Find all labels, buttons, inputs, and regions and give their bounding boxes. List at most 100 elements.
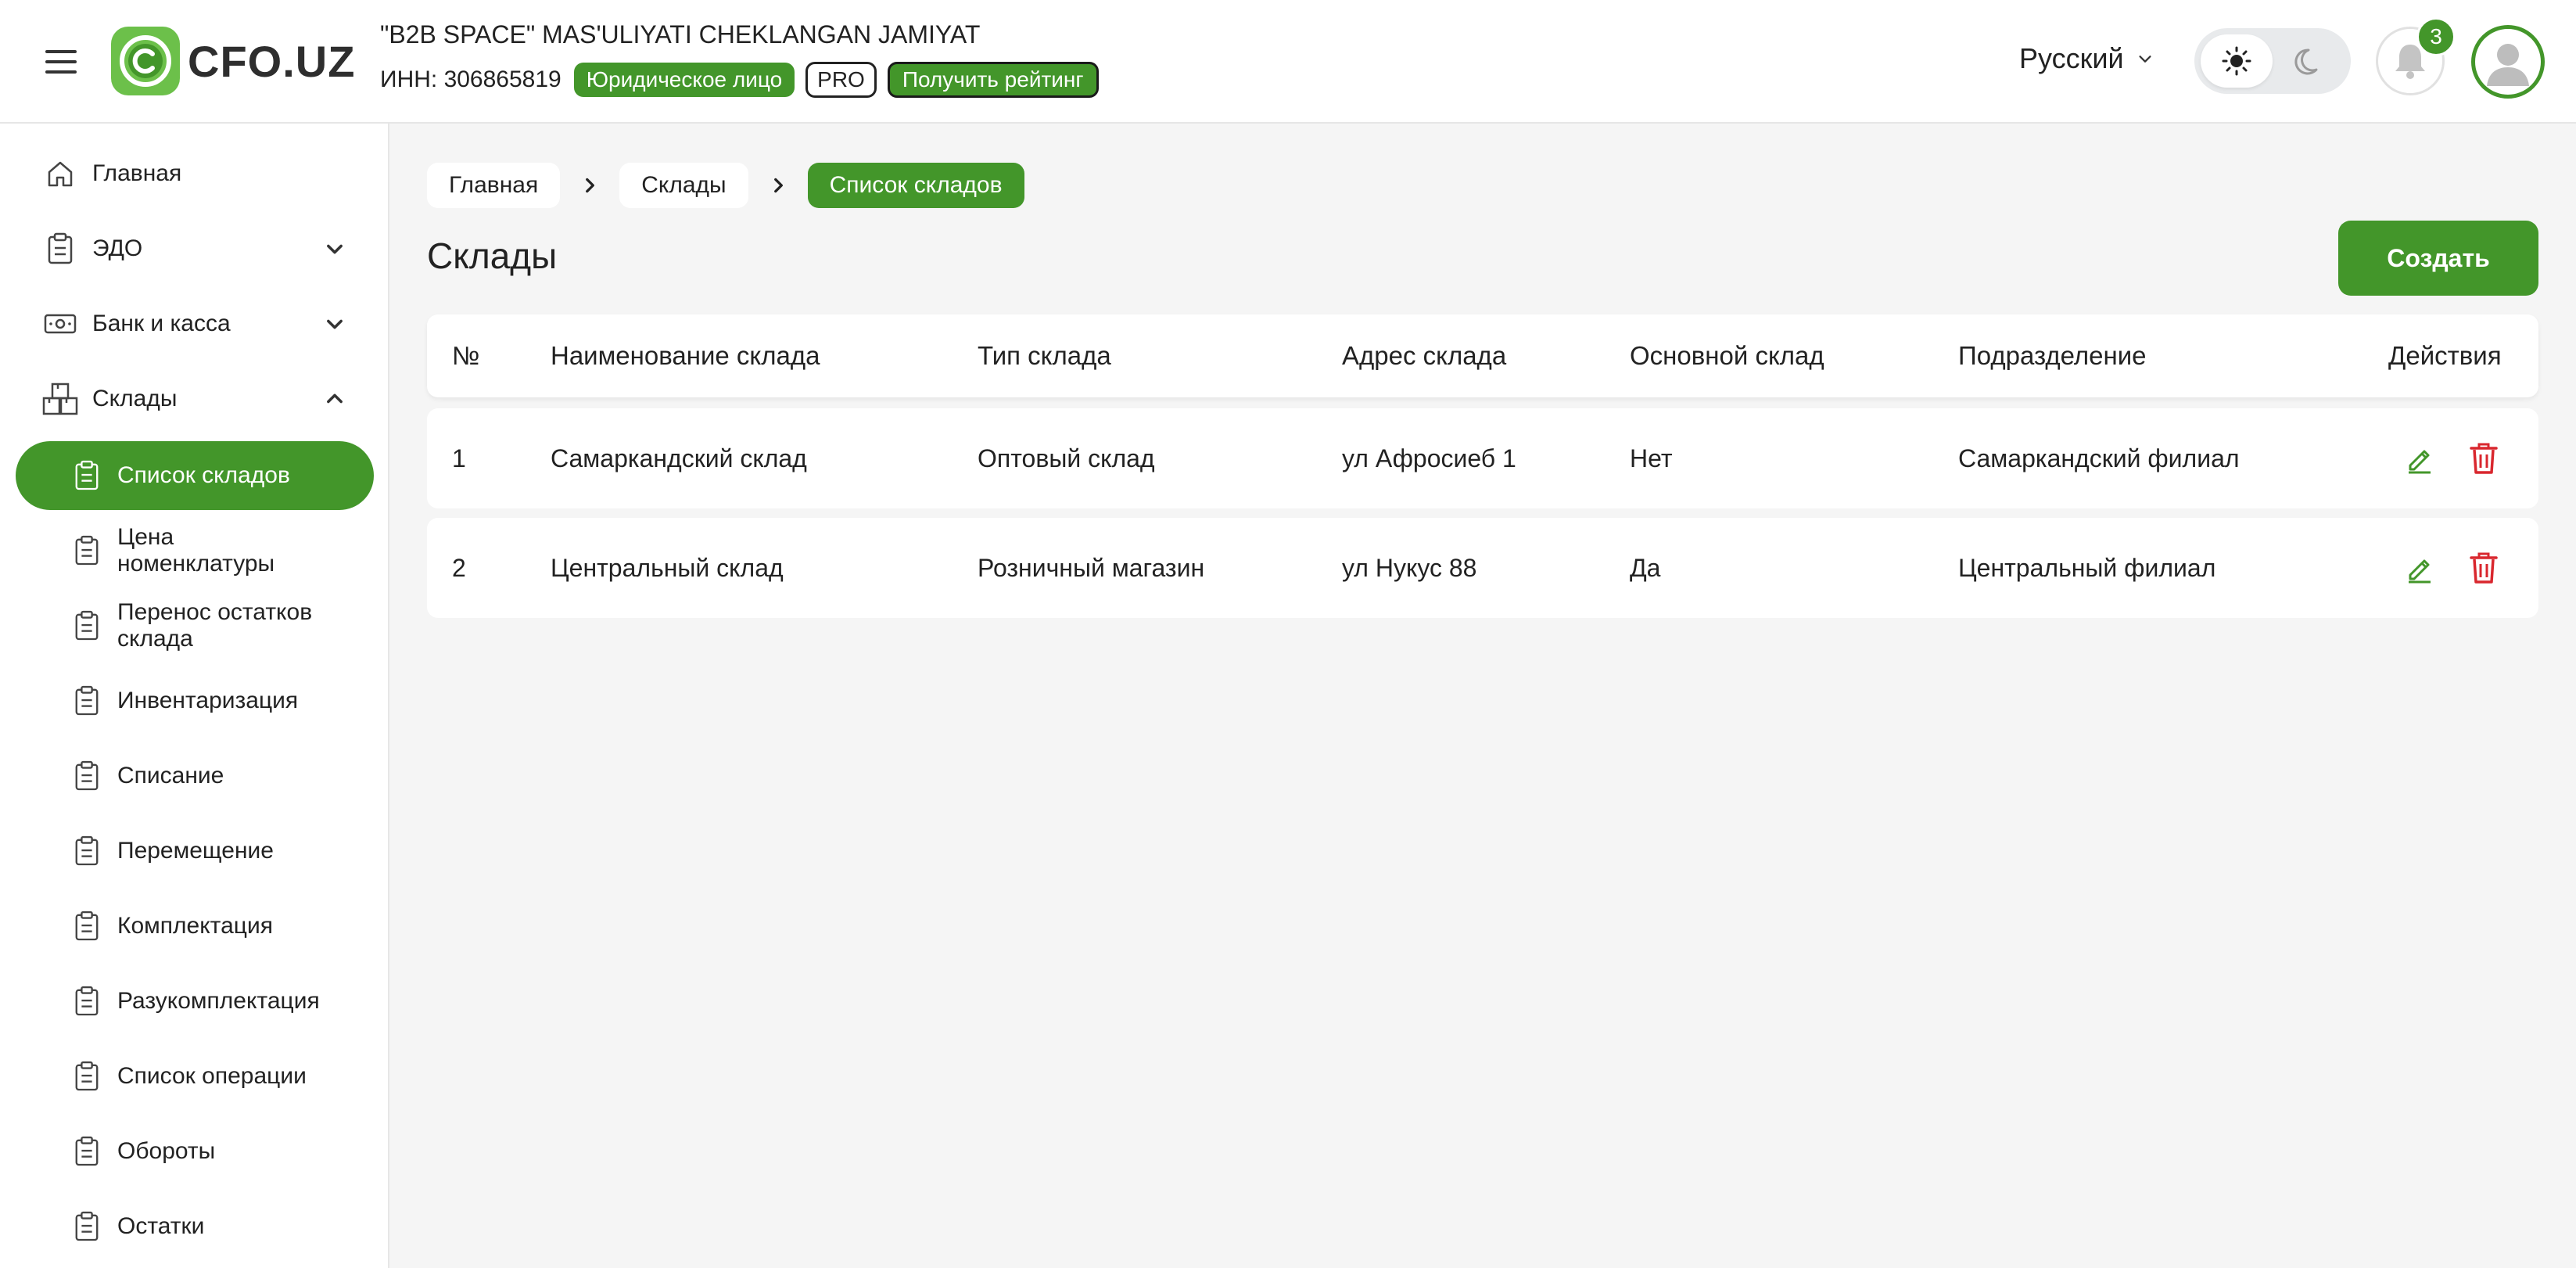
sidebar-item-label: Главная bbox=[92, 160, 182, 186]
sidebar-item-edo[interactable]: ЭДО bbox=[0, 214, 388, 283]
sidebar-subitem-label: Список складов bbox=[117, 462, 290, 488]
sidebar-subitem-write-off[interactable]: Списание bbox=[16, 742, 374, 810]
column-header-name: Наименование склада bbox=[551, 341, 820, 370]
edit-icon[interactable] bbox=[2401, 549, 2438, 587]
sun-icon bbox=[2222, 46, 2251, 76]
cell-main: Да bbox=[1630, 553, 1661, 582]
clipboard-icon bbox=[70, 1133, 103, 1169]
cell-division: Центральный филиал bbox=[1958, 553, 2216, 582]
sidebar-item-warehouses[interactable]: Склады bbox=[0, 365, 388, 433]
trash-icon[interactable] bbox=[2465, 440, 2502, 477]
column-header-division: Подразделение bbox=[1958, 341, 2147, 370]
user-icon bbox=[2487, 44, 2529, 86]
sidebar-subitem-turnover[interactable]: Обороты bbox=[16, 1117, 374, 1186]
sidebar-subitem-label: Цена номенклатуры bbox=[117, 524, 275, 577]
logo[interactable]: CFO.UZ bbox=[109, 25, 355, 97]
menu-icon[interactable] bbox=[45, 50, 77, 74]
chevron-down-icon bbox=[2139, 56, 2151, 63]
sidebar-subitem-label: Перенос остатков склада bbox=[117, 599, 313, 652]
chevron-down-icon bbox=[327, 319, 343, 329]
clipboard-icon bbox=[70, 758, 103, 794]
chevron-right-icon bbox=[560, 175, 619, 196]
boxes-icon bbox=[42, 381, 78, 417]
column-header-main: Основной склад bbox=[1630, 341, 1824, 370]
user-avatar[interactable] bbox=[2471, 25, 2545, 99]
sidebar-subitem-label: Перемещение bbox=[117, 838, 274, 864]
moon-icon[interactable] bbox=[2293, 44, 2327, 78]
sidebar-item-home[interactable]: Главная bbox=[0, 139, 388, 208]
cell-name: Самаркандский склад bbox=[551, 444, 807, 472]
top-header: CFO.UZ "B2B SPACE" MAS'ULIYATI CHEKLANGA… bbox=[0, 0, 2576, 124]
column-header-actions: Действия bbox=[2388, 341, 2502, 370]
breadcrumb-home[interactable]: Главная bbox=[427, 163, 561, 208]
clipboard-icon bbox=[70, 1209, 103, 1245]
table-row: 1 Самаркандский склад Оптовый склад ул А… bbox=[427, 408, 2538, 508]
breadcrumb-warehouses[interactable]: Склады bbox=[619, 163, 748, 208]
sidebar-subitem-movement[interactable]: Перемещение bbox=[16, 817, 374, 885]
clipboard-icon bbox=[70, 533, 103, 569]
cell-number: 2 bbox=[452, 553, 466, 582]
language-select[interactable]: Русский bbox=[2019, 42, 2154, 75]
cell-type: Розничный магазин bbox=[978, 553, 1205, 582]
clipboard-icon bbox=[70, 458, 103, 494]
home-icon bbox=[42, 156, 78, 192]
theme-light-option[interactable] bbox=[2201, 34, 2273, 88]
chevron-up-icon bbox=[327, 393, 343, 404]
sidebar-subitem-label: Обороты bbox=[117, 1138, 216, 1164]
chevron-right-icon bbox=[748, 175, 808, 196]
clipboard-icon bbox=[70, 608, 103, 644]
page-title: Склады bbox=[427, 235, 558, 276]
sidebar-subitem-balances[interactable]: Остатки bbox=[16, 1192, 374, 1261]
clipboard-icon bbox=[42, 231, 78, 267]
cell-address: ул Афросиеб 1 bbox=[1342, 444, 1516, 472]
sidebar-subitem-inventory[interactable]: Инвентаризация bbox=[16, 666, 374, 735]
sidebar-subitem-label: Разукомплектация bbox=[117, 988, 320, 1014]
column-header-type: Тип склада bbox=[978, 341, 1111, 370]
sidebar-subitem-disassembly[interactable]: Разукомплектация bbox=[16, 967, 374, 1036]
chevron-down-icon bbox=[327, 244, 343, 254]
trash-icon[interactable] bbox=[2465, 549, 2502, 587]
sidebar-subitem-operations-list[interactable]: Список операции bbox=[16, 1042, 374, 1111]
sidebar-subitem-stock-transfer[interactable]: Перенос остатков склада bbox=[16, 591, 374, 660]
sidebar-subitem-nomenclature-price[interactable]: Цена номенклатуры bbox=[16, 516, 374, 585]
column-header-address: Адрес склада bbox=[1342, 341, 1507, 370]
theme-toggle[interactable] bbox=[2194, 28, 2351, 94]
language-label: Русский bbox=[2019, 42, 2124, 74]
cell-address: ул Нукус 88 bbox=[1342, 553, 1477, 582]
sidebar: Главная ЭДО Банк и касса Склады Список с… bbox=[0, 124, 389, 1268]
logo-icon bbox=[111, 27, 180, 95]
clipboard-icon bbox=[70, 833, 103, 869]
cell-main: Нет bbox=[1630, 444, 1673, 472]
column-header-number: № bbox=[452, 341, 480, 370]
sidebar-subitem-label: Комплектация bbox=[117, 913, 273, 939]
breadcrumb-warehouse-list[interactable]: Список складов bbox=[807, 163, 1024, 208]
inn-text: ИНН: 306865819 bbox=[380, 66, 561, 92]
sidebar-item-bank[interactable]: Банк и касса bbox=[0, 289, 388, 358]
clipboard-icon bbox=[70, 983, 103, 1019]
notifications-count-badge: 3 bbox=[2416, 17, 2456, 56]
cell-number: 1 bbox=[452, 444, 466, 472]
edit-icon[interactable] bbox=[2401, 440, 2438, 477]
sidebar-subitem-label: Список операции bbox=[117, 1063, 307, 1089]
logo-text: CFO.UZ bbox=[188, 36, 356, 86]
create-button[interactable]: Создать bbox=[2338, 221, 2538, 296]
cell-name: Центральный склад bbox=[551, 553, 784, 582]
sidebar-subitem-label: Инвентаризация bbox=[117, 688, 299, 713]
company-info: "B2B SPACE" MAS'ULIYATI CHEKLANGAN JAMIY… bbox=[380, 20, 1099, 98]
clipboard-icon bbox=[70, 1058, 103, 1094]
cash-icon bbox=[42, 306, 78, 342]
table-row: 2 Центральный склад Розничный магазин ул… bbox=[427, 518, 2538, 618]
get-rating-button[interactable]: Получить рейтинг bbox=[887, 62, 1099, 98]
sidebar-item-label: Банк и касса bbox=[92, 311, 231, 336]
cell-type: Оптовый склад bbox=[978, 444, 1155, 472]
sidebar-subitem-assembly[interactable]: Комплектация bbox=[16, 892, 374, 961]
company-name: "B2B SPACE" MAS'ULIYATI CHEKLANGAN JAMIY… bbox=[380, 20, 981, 48]
sidebar-subitem-label: Остатки bbox=[117, 1213, 205, 1239]
sidebar-item-label: ЭДО bbox=[92, 235, 143, 261]
sidebar-subitem-label: Списание bbox=[117, 763, 224, 788]
entity-badge: Юридическое лицо bbox=[573, 63, 795, 97]
sidebar-subitem-warehouse-list[interactable]: Список складов bbox=[16, 441, 374, 510]
cell-division: Самаркандский филиал bbox=[1958, 444, 2240, 472]
clipboard-icon bbox=[70, 683, 103, 719]
sidebar-item-label: Склады bbox=[92, 386, 178, 411]
